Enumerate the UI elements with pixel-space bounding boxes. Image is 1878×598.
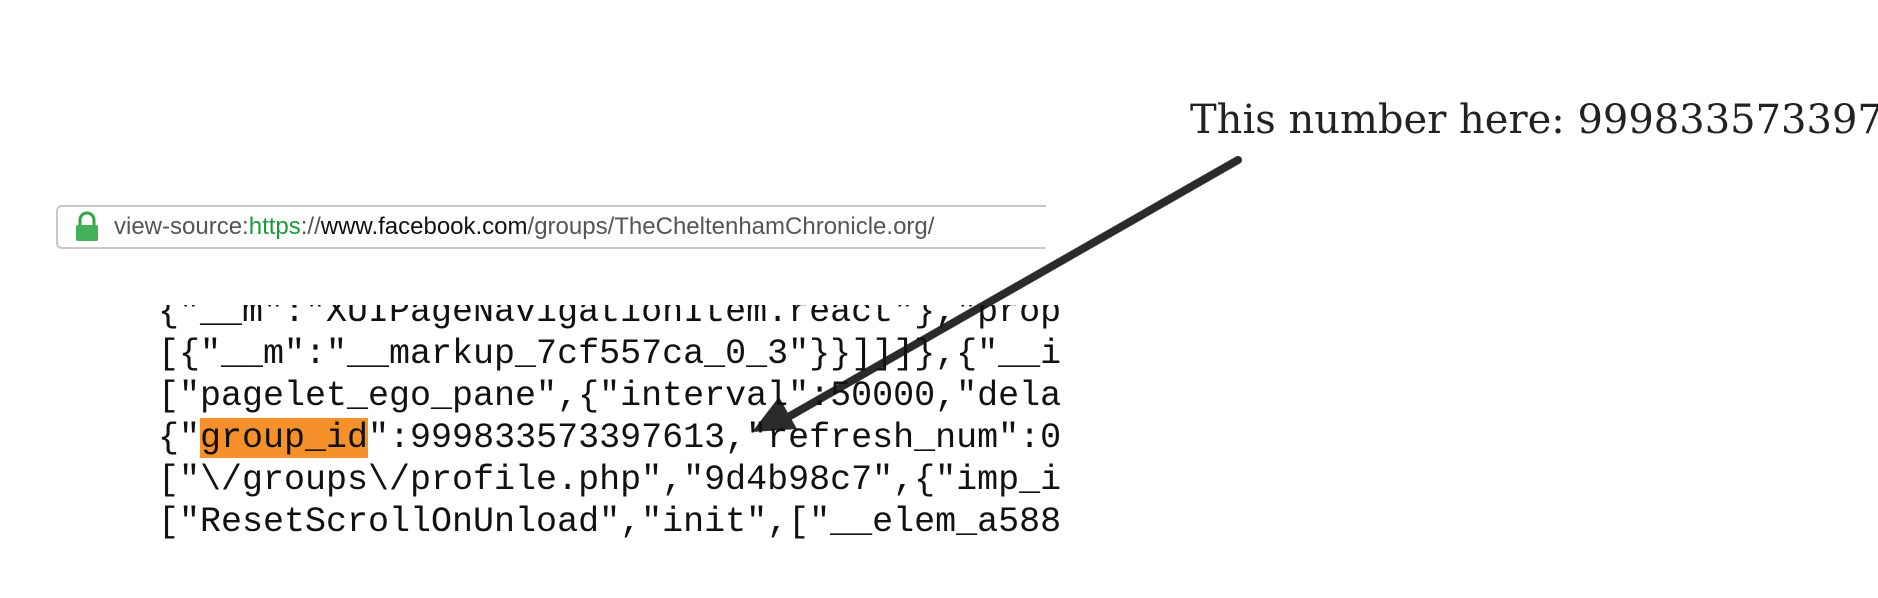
- url-path: /groups/TheCheltenhamChronicle.org/: [527, 213, 935, 240]
- source-token: {": [158, 418, 201, 458]
- url-scheme-prefix: view-source:: [114, 213, 249, 240]
- source-line: ["pagelet_ego_pane",{"interval":50000,"d…: [158, 376, 1062, 416]
- source-line: ["ResetScrollOnUnload","init",["__elem_a…: [158, 502, 1062, 540]
- lock-icon: [76, 211, 98, 241]
- annotation-caption: This number here: 999833573397613: [1190, 97, 1878, 143]
- address-bar[interactable]: view-source:https://www.facebook.com/gro…: [56, 205, 1046, 249]
- source-line: [{"__m":"__markup_7cf557ca_0_3"}}]]]},{"…: [158, 334, 1062, 374]
- url-text: view-source:https://www.facebook.com/gro…: [114, 213, 934, 241]
- highlighted-group-id: group_id: [200, 418, 369, 458]
- page-source-view: {"__m":"XUIPageNavigationItem.react"},"p…: [158, 305, 1098, 540]
- source-line: ["\/groups\/profile.php","9d4b98c7",{"im…: [158, 460, 1062, 500]
- source-line: {"__m":"XUIPageNavigationItem.react"},"p…: [158, 305, 1062, 332]
- source-line-group-id: {"group_id":999833573397613,"refresh_num…: [158, 417, 1098, 459]
- source-token: ":999833573397613,"refresh_num":0: [368, 418, 1062, 458]
- url-separator: ://: [300, 213, 321, 240]
- url-host: www.facebook.com: [320, 213, 528, 240]
- url-https: https: [248, 213, 301, 240]
